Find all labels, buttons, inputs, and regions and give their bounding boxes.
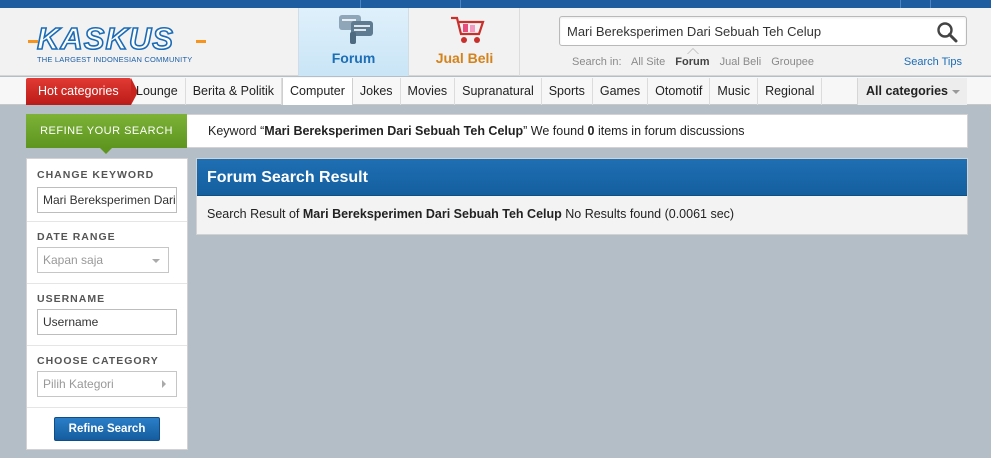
strip-divider — [900, 0, 901, 8]
category-select-value: Pilih Kategori — [43, 377, 114, 391]
result-summary: Search Result of Mari Bereksperimen Dari… — [207, 196, 734, 232]
shopping-cart-icon — [451, 16, 485, 43]
logo-wordmark: KASKUS — [36, 21, 174, 57]
hot-categories-tab[interactable]: Hot categories — [26, 78, 138, 105]
forum-icon — [339, 15, 373, 44]
date-range-label: DATE RANGE — [37, 231, 116, 243]
category-bar: Hot categories Lounge Berita & Politik C… — [0, 77, 991, 105]
category-berita-politik[interactable]: Berita & Politik — [186, 78, 282, 105]
result-keyword: Mari Bereksperimen Dari Sebuah Teh Celup — [302, 207, 562, 221]
search-tips-link[interactable]: Search Tips — [904, 56, 962, 68]
logo-dash-right — [196, 40, 206, 43]
choose-category-section: CHOOSE CATEGORY — [27, 355, 187, 367]
all-categories-label: All categories — [866, 84, 948, 98]
category-movies[interactable]: Movies — [401, 78, 456, 105]
date-range-section: DATE RANGE — [27, 231, 187, 243]
change-keyword-label: CHANGE KEYWORD — [37, 169, 155, 181]
sidebar-divider — [27, 283, 187, 284]
scope-forum[interactable]: Forum — [675, 56, 709, 68]
result-title: Forum Search Result — [207, 169, 368, 186]
nav-jual-beli[interactable]: Jual Beli — [410, 8, 520, 76]
refine-count: 0 — [587, 124, 595, 138]
refine-keyword: Mari Bereksperimen Dari Sebuah Teh Celup — [264, 124, 524, 138]
category-computer[interactable]: Computer — [282, 78, 353, 105]
category-lounge[interactable]: Lounge — [129, 78, 186, 105]
category-otomotif[interactable]: Otomotif — [648, 78, 711, 105]
scope-pointer — [687, 48, 699, 54]
result-prefix: Search Result of — [207, 207, 303, 221]
scope-all-site[interactable]: All Site — [631, 56, 665, 68]
category-supranatural[interactable]: Supranatural — [455, 78, 542, 105]
search-scope-bar: Search in: All Site Forum Jual Beli Grou… — [572, 48, 821, 68]
strip-divider — [360, 0, 361, 8]
all-categories-dropdown[interactable]: All categories — [857, 78, 967, 105]
chevron-right-icon — [162, 380, 166, 388]
category-sports[interactable]: Sports — [542, 78, 593, 105]
refine-sidebar: CHANGE KEYWORD Mari Bereksperimen Dari S… — [26, 158, 188, 450]
sidebar-divider — [27, 345, 187, 346]
change-keyword-section: CHANGE KEYWORD — [27, 169, 187, 181]
logo-tagline: THE LARGEST INDONESIAN COMMUNITY — [37, 55, 193, 64]
search-in-label: Search in: — [572, 56, 622, 68]
category-jokes[interactable]: Jokes — [353, 78, 401, 105]
scope-groupee[interactable]: Groupee — [771, 56, 814, 68]
kaskus-logo[interactable]: KASKUS THE LARGEST INDONESIAN COMMUNITY — [28, 21, 208, 70]
sidebar-divider — [27, 221, 187, 222]
result-header: Forum Search Result — [197, 159, 967, 196]
chevron-down-icon — [951, 89, 960, 94]
category-music[interactable]: Music — [710, 78, 759, 105]
scope-jual-beli[interactable]: Jual Beli — [720, 56, 762, 68]
sidebar-divider — [27, 407, 187, 408]
search-input[interactable] — [567, 21, 927, 41]
keyword-input[interactable]: Mari Bereksperimen Dari Sebuah Teh Celup — [37, 187, 177, 213]
strip-divider — [460, 0, 461, 8]
category-regional[interactable]: Regional — [758, 78, 823, 105]
chevron-down-icon — [152, 259, 160, 263]
search-icon[interactable] — [936, 21, 958, 43]
nav-jual-beli-label: Jual Beli — [435, 50, 494, 66]
top-strip — [0, 0, 991, 8]
forum-result-panel: Forum Search Result Search Result of Mar… — [196, 158, 968, 235]
refine-bar: REFINE YOUR SEARCH Keyword “Mari Bereksp… — [26, 114, 968, 154]
refine-search-tab[interactable]: REFINE YOUR SEARCH — [26, 114, 187, 154]
username-input[interactable]: Username — [37, 309, 177, 335]
refine-summary: Keyword “Mari Bereksperimen Dari Sebuah … — [208, 115, 745, 148]
nav-forum[interactable]: Forum — [298, 8, 409, 76]
nav-forum-label: Forum — [331, 50, 376, 66]
refine-msg-suffix: items in forum discussions — [594, 124, 745, 138]
result-suffix: No Results found (0.0061 sec) — [561, 207, 735, 221]
choose-category-label: CHOOSE CATEGORY — [37, 355, 159, 367]
username-section: USERNAME — [27, 293, 187, 305]
search-box — [559, 16, 967, 46]
refine-msg-middle: ” We found — [523, 124, 588, 138]
username-label: USERNAME — [37, 293, 106, 305]
category-games[interactable]: Games — [593, 78, 649, 105]
strip-divider — [930, 0, 931, 8]
category-list: Lounge Berita & Politik Computer Jokes M… — [129, 78, 823, 105]
date-range-select[interactable]: Kapan saja — [37, 247, 169, 273]
refine-msg-prefix: Keyword “ — [208, 124, 265, 138]
date-range-value: Kapan saja — [43, 253, 104, 267]
category-select[interactable]: Pilih Kategori — [37, 371, 177, 397]
refine-search-button[interactable]: Refine Search — [54, 417, 160, 441]
site-header: KASKUS THE LARGEST INDONESIAN COMMUNITY … — [0, 8, 991, 76]
